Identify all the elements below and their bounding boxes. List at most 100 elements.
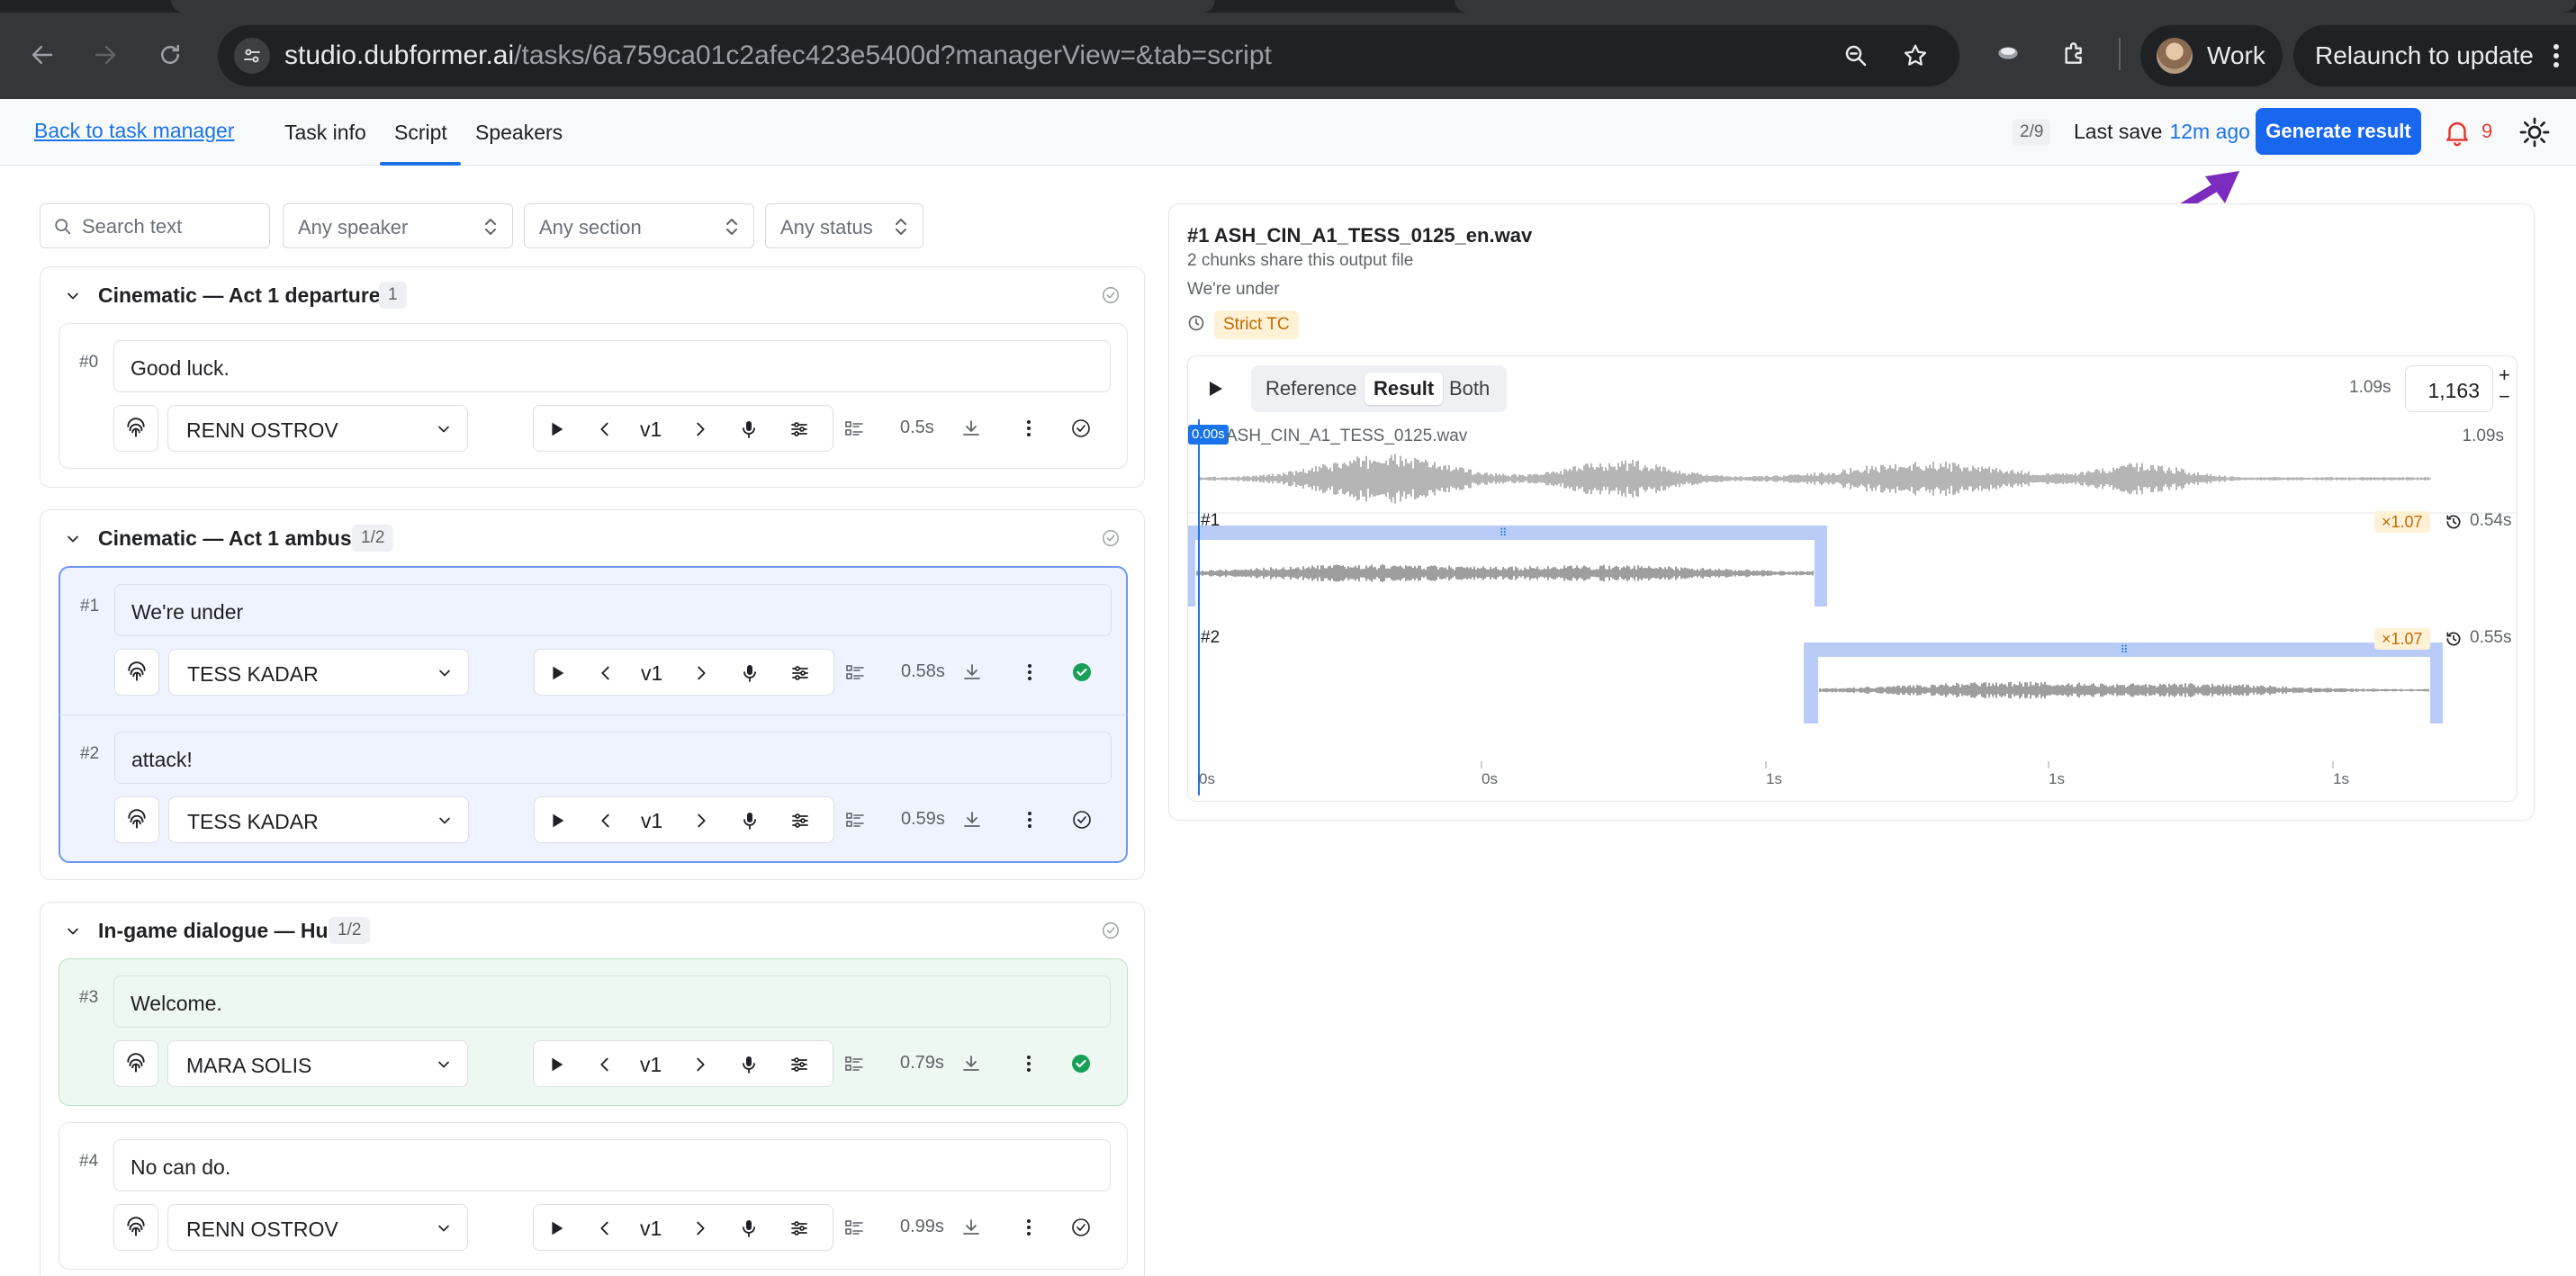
- status-filter[interactable]: Any status: [765, 203, 923, 248]
- tab-script[interactable]: Script: [394, 121, 447, 145]
- zoom-out-button[interactable]: −: [2499, 387, 2510, 407]
- line-text-field[interactable]: We're under: [114, 584, 1112, 636]
- check-circle-icon[interactable]: [1101, 285, 1121, 305]
- check-circle-icon[interactable]: [1101, 528, 1121, 548]
- play-icon[interactable]: [545, 1053, 568, 1076]
- mode-both[interactable]: Both: [1440, 373, 1499, 405]
- play-icon[interactable]: [545, 1217, 568, 1240]
- tab-speakers[interactable]: Speakers: [475, 121, 563, 145]
- zoom-input[interactable]: 1,163: [2405, 365, 2493, 412]
- checklist-icon[interactable]: [842, 1052, 866, 1075]
- browser-tab[interactable]: [171, 0, 1215, 13]
- checklist-icon[interactable]: [842, 1216, 866, 1239]
- previous-take-icon[interactable]: [594, 661, 617, 685]
- microphone-icon[interactable]: [737, 418, 761, 441]
- generate-result-button[interactable]: Generate result: [2256, 108, 2421, 155]
- more-vertical-icon[interactable]: [1017, 417, 1040, 440]
- voice-fingerprint-button[interactable]: [114, 649, 159, 696]
- download-icon[interactable]: [959, 1216, 983, 1239]
- previous-take-icon[interactable]: [593, 1217, 617, 1240]
- bell-icon[interactable]: [2442, 117, 2472, 148]
- play-icon[interactable]: [545, 661, 569, 685]
- chevron-down-icon[interactable]: [64, 287, 82, 305]
- playhead-time[interactable]: 0.00s: [1188, 425, 1229, 445]
- speaker-select[interactable]: MARA SOLIS: [167, 1040, 468, 1087]
- line-text-field[interactable]: No can do.: [113, 1139, 1111, 1191]
- script-line[interactable]: #2 attack! TESS KADAR v1 0.59s: [59, 715, 1128, 863]
- checklist-icon[interactable]: [843, 808, 867, 831]
- line-text-field[interactable]: Welcome.: [113, 975, 1111, 1028]
- adjustments-icon[interactable]: [788, 809, 812, 832]
- script-line[interactable]: #0 Good luck. RENN OSTROV v1 0.5s: [59, 323, 1128, 469]
- relaunch-button[interactable]: Relaunch to update: [2293, 25, 2576, 86]
- play-icon[interactable]: [545, 809, 569, 832]
- forward-arrow-icon[interactable]: [85, 34, 126, 76]
- voice-fingerprint-button[interactable]: [113, 405, 158, 452]
- approve-check-icon[interactable]: [1070, 660, 1094, 684]
- reset-icon[interactable]: [2445, 630, 2463, 648]
- search-field[interactable]: [40, 203, 298, 248]
- previous-take-icon[interactable]: [594, 809, 617, 832]
- section-filter[interactable]: Any section: [524, 203, 754, 248]
- adjustments-icon[interactable]: [788, 418, 811, 441]
- media-control-icon[interactable]: [1987, 32, 2029, 74]
- adjustments-icon[interactable]: [788, 1217, 811, 1240]
- mode-reference[interactable]: Reference: [1256, 373, 1366, 405]
- download-icon[interactable]: [959, 1052, 983, 1075]
- next-take-icon[interactable]: [689, 809, 713, 832]
- back-arrow-icon[interactable]: [22, 34, 63, 76]
- extensions-puzzle-icon[interactable]: [2054, 32, 2095, 74]
- more-vertical-icon[interactable]: [1017, 1216, 1040, 1239]
- microphone-icon[interactable]: [737, 1053, 761, 1076]
- voice-fingerprint-button[interactable]: [114, 796, 159, 843]
- next-take-icon[interactable]: [689, 1053, 712, 1076]
- previous-take-icon[interactable]: [593, 418, 617, 441]
- microphone-icon[interactable]: [737, 1217, 761, 1240]
- next-take-icon[interactable]: [689, 661, 713, 685]
- approve-check-icon[interactable]: [1069, 417, 1093, 440]
- approve-check-icon[interactable]: [1070, 808, 1094, 831]
- checklist-icon[interactable]: [843, 660, 867, 684]
- next-take-icon[interactable]: [689, 1217, 712, 1240]
- voice-fingerprint-button[interactable]: [113, 1204, 158, 1251]
- download-icon[interactable]: [959, 417, 983, 440]
- microphone-icon[interactable]: [738, 661, 761, 685]
- adjustments-icon[interactable]: [788, 661, 812, 685]
- section-header[interactable]: Cinematic — Act 1 ambush 1/2: [41, 510, 1144, 566]
- more-vertical-icon[interactable]: [1018, 808, 1041, 831]
- download-icon[interactable]: [960, 660, 984, 684]
- line-text-field[interactable]: Good luck.: [113, 340, 1111, 392]
- speaker-filter[interactable]: Any speaker: [283, 203, 513, 248]
- address-bar[interactable]: studio.dubformer.ai/tasks/6a759ca01c2afe…: [218, 25, 1959, 86]
- speaker-select[interactable]: RENN OSTROV: [167, 405, 468, 452]
- reload-icon[interactable]: [149, 34, 191, 76]
- script-line[interactable]: #4 No can do. RENN OSTROV v1 0.99s: [59, 1122, 1128, 1270]
- waveform-canvas[interactable]: ⠿ ⠿: [1188, 419, 2517, 802]
- adjustments-icon[interactable]: [788, 1053, 811, 1076]
- site-settings-icon[interactable]: [234, 38, 270, 74]
- zoom-magnifier-icon[interactable]: [1838, 38, 1874, 74]
- section-header[interactable]: In-game dialogue — Hub 1/2: [41, 903, 1144, 958]
- approve-check-icon[interactable]: [1069, 1052, 1093, 1075]
- check-circle-icon[interactable]: [1101, 921, 1121, 940]
- tab-task-info[interactable]: Task info: [284, 121, 366, 145]
- speaker-select[interactable]: RENN OSTROV: [167, 1204, 468, 1251]
- play-icon[interactable]: [1204, 378, 1226, 400]
- bookmark-star-icon[interactable]: [1897, 38, 1933, 74]
- zoom-in-button[interactable]: +: [2499, 365, 2510, 385]
- reset-icon[interactable]: [2445, 513, 2463, 531]
- profile-button[interactable]: Work: [2140, 25, 2283, 86]
- script-line[interactable]: #1 We're under TESS KADAR v1 0.58s: [59, 566, 1128, 715]
- voice-fingerprint-button[interactable]: [113, 1040, 158, 1087]
- previous-take-icon[interactable]: [593, 1053, 617, 1076]
- checklist-icon[interactable]: [842, 417, 866, 440]
- browser-tab[interactable]: [1455, 0, 2576, 13]
- script-line[interactable]: #3 Welcome. MARA SOLIS v1 0.79s: [59, 958, 1128, 1106]
- play-icon[interactable]: [545, 418, 568, 441]
- microphone-icon[interactable]: [738, 809, 761, 832]
- section-header[interactable]: Cinematic — Act 1 departure 1: [41, 267, 1144, 323]
- speaker-select[interactable]: TESS KADAR: [168, 649, 469, 696]
- mode-result[interactable]: Result: [1365, 373, 1444, 405]
- chevron-down-icon[interactable]: [64, 530, 82, 548]
- chevron-down-icon[interactable]: [64, 922, 82, 940]
